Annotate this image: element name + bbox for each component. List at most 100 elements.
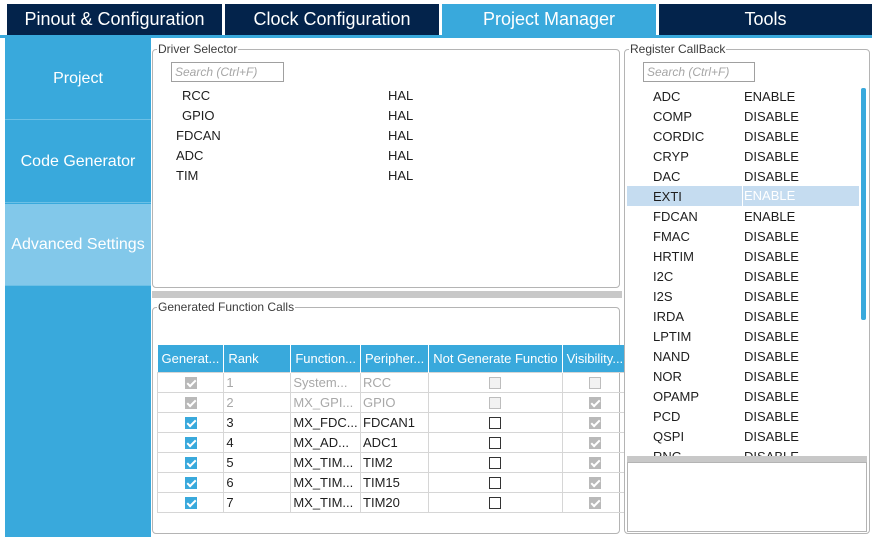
driver-list: RCC HAL GPIO HAL FDCAN HAL ADC HAL TIM H…	[152, 86, 612, 196]
callback-row[interactable]: CORDIC DISABLE	[627, 126, 859, 146]
driver-type[interactable]: HAL	[388, 88, 413, 103]
callback-row[interactable]: I2C DISABLE	[627, 266, 859, 286]
callback-value[interactable]: DISABLE	[744, 329, 799, 344]
callback-value[interactable]: DISABLE	[744, 249, 799, 264]
callback-search-input[interactable]: Search (Ctrl+F)	[643, 62, 755, 82]
table-row[interactable]: 6 MX_TIM... TIM15	[156, 471, 629, 493]
callback-value[interactable]: DISABLE	[744, 349, 799, 364]
column-header-not-generate[interactable]: Not Generate Functio	[428, 345, 563, 372]
callback-row[interactable]: DAC DISABLE	[627, 166, 859, 186]
cell-generate	[156, 411, 225, 433]
generate-checkbox[interactable]	[184, 437, 197, 450]
not-generate-checkbox[interactable]	[489, 417, 502, 430]
callback-value[interactable]: DISABLE	[744, 129, 799, 144]
not-generate-checkbox[interactable]	[489, 437, 502, 450]
sidenav-item-code-generator[interactable]: Code Generator	[5, 121, 151, 203]
table-row[interactable]: 7 MX_TIM... TIM20	[156, 491, 629, 513]
callback-row[interactable]: NOR DISABLE	[627, 366, 859, 386]
visibility-checkbox[interactable]	[588, 477, 601, 490]
not-generate-checkbox[interactable]	[489, 457, 502, 470]
callback-name: DAC	[653, 169, 681, 184]
callback-row[interactable]: IRDA DISABLE	[627, 306, 859, 326]
callback-row[interactable]: COMP DISABLE	[627, 106, 859, 126]
generate-checkbox[interactable]	[184, 457, 197, 470]
driver-search-input[interactable]: Search (Ctrl+F)	[171, 62, 284, 82]
table-row[interactable]: 1 System... RCC	[156, 371, 629, 393]
tab-tools[interactable]: Tools	[659, 4, 872, 35]
callback-row[interactable]: OPAMP DISABLE	[627, 386, 859, 406]
callback-row[interactable]: ADC ENABLE	[627, 86, 859, 106]
table-row[interactable]: 4 MX_AD... ADC1	[156, 431, 629, 453]
visibility-checkbox[interactable]	[588, 457, 601, 470]
sidenav-item-advanced-settings[interactable]: Advanced Settings	[5, 204, 151, 286]
cell-function: MX_FDC...	[290, 411, 362, 433]
table-row[interactable]: 5 MX_TIM... TIM2	[156, 451, 629, 473]
callback-value[interactable]: DISABLE	[744, 269, 799, 284]
callback-row[interactable]: CRYP DISABLE	[627, 146, 859, 166]
tab-project-manager[interactable]: Project Manager	[442, 4, 656, 35]
driver-row[interactable]: GPIO HAL	[152, 106, 452, 126]
visibility-checkbox[interactable]	[588, 377, 601, 390]
register-callback-list: ADC ENABLE COMP DISABLE CORDIC DISABLE CRYP DIS…	[627, 86, 859, 457]
callback-row[interactable]: FMAC DISABLE	[627, 226, 859, 246]
callback-value[interactable]: DISABLE	[744, 409, 799, 424]
driver-row[interactable]: ADC HAL	[152, 146, 452, 166]
callback-value[interactable]: DISABLE	[744, 149, 799, 164]
generate-checkbox[interactable]	[184, 477, 197, 490]
callback-value[interactable]: DISABLE	[744, 289, 799, 304]
driver-type[interactable]: HAL	[388, 108, 413, 123]
column-header-generate[interactable]: Generat...	[157, 345, 225, 372]
callback-value[interactable]: DISABLE	[744, 229, 799, 244]
callback-value[interactable]: ENABLE	[744, 89, 795, 104]
not-generate-checkbox[interactable]	[489, 377, 502, 390]
generate-checkbox[interactable]	[184, 497, 197, 510]
callback-row[interactable]: HRTIM DISABLE	[627, 246, 859, 266]
callback-row[interactable]: EXTI ENABLE	[627, 186, 859, 206]
tab-pinout-configuration[interactable]: Pinout & Configuration	[7, 4, 222, 35]
column-header-function[interactable]: Function...	[290, 345, 362, 372]
generate-checkbox[interactable]	[184, 397, 197, 410]
column-header-peripheral[interactable]: Peripher...	[360, 345, 430, 372]
driver-type[interactable]: HAL	[388, 168, 413, 183]
callback-row[interactable]: PCD DISABLE	[627, 406, 859, 426]
driver-type[interactable]: HAL	[388, 148, 413, 163]
callback-value[interactable]: DISABLE	[744, 169, 799, 184]
callback-value[interactable]: ENABLE	[744, 209, 795, 224]
driver-row[interactable]: TIM HAL	[152, 166, 452, 186]
visibility-checkbox[interactable]	[588, 497, 601, 510]
callback-row[interactable]: LPTIM DISABLE	[627, 326, 859, 346]
visibility-checkbox[interactable]	[588, 397, 601, 410]
callback-value[interactable]: DISABLE	[744, 309, 799, 324]
callback-value[interactable]: DISABLE	[744, 109, 799, 124]
table-row[interactable]: 3 MX_FDC... FDCAN1	[156, 411, 629, 433]
tab-clock-configuration[interactable]: Clock Configuration	[225, 4, 439, 35]
panel-splitter[interactable]	[152, 291, 622, 298]
callback-row[interactable]: I2S DISABLE	[627, 286, 859, 306]
column-header-visibility[interactable]: Visibility...	[562, 345, 629, 372]
column-header-rank[interactable]: Rank	[223, 345, 292, 372]
generate-checkbox[interactable]	[184, 417, 197, 430]
driver-row[interactable]: RCC HAL	[152, 86, 452, 106]
callback-value[interactable]: DISABLE	[744, 389, 799, 404]
visibility-checkbox[interactable]	[588, 417, 601, 430]
callback-value[interactable]: ENABLE	[742, 186, 795, 206]
callback-row[interactable]: NAND DISABLE	[627, 346, 859, 366]
scrollbar-thumb[interactable]	[861, 88, 866, 320]
generate-checkbox[interactable]	[184, 377, 197, 390]
callback-value[interactable]: DISABLE	[744, 369, 799, 384]
callback-row[interactable]: QSPI DISABLE	[627, 426, 859, 446]
driver-row[interactable]: FDCAN HAL	[152, 126, 452, 146]
cell-not-generate	[428, 391, 563, 413]
not-generate-checkbox[interactable]	[489, 497, 502, 510]
cell-rank: 5	[223, 451, 292, 473]
not-generate-checkbox[interactable]	[489, 397, 502, 410]
callback-value[interactable]: DISABLE	[744, 429, 799, 444]
callback-name: IRDA	[653, 309, 685, 324]
sidenav-item-project[interactable]: Project	[5, 38, 151, 120]
not-generate-checkbox[interactable]	[489, 477, 502, 490]
table-row[interactable]: 2 MX_GPI... GPIO	[156, 391, 629, 413]
callback-list-scrollbar[interactable]	[860, 86, 867, 457]
driver-type[interactable]: HAL	[388, 128, 413, 143]
callback-row[interactable]: FDCAN ENABLE	[627, 206, 859, 226]
visibility-checkbox[interactable]	[588, 437, 601, 450]
